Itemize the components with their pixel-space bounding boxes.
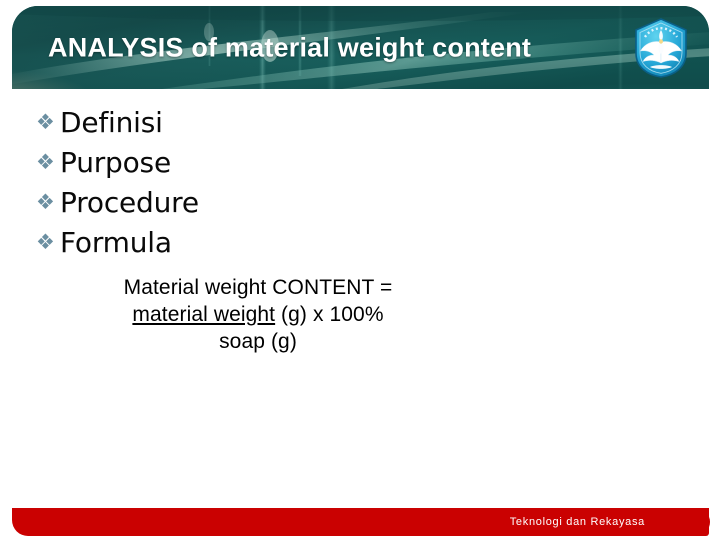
list-item[interactable]: ❖ Definisi [36, 103, 456, 143]
list-item-label: Definisi [60, 106, 163, 139]
slide-canvas: ANALYSIS of material weight content ❖ De… [0, 0, 720, 540]
page-title: ANALYSIS of material weight content [48, 32, 532, 62]
footer-label: Teknologi dan Rekayasa [509, 516, 645, 528]
footer-bar-right-cap [678, 508, 710, 536]
outline-list: ❖ Definisi ❖ Purpose ❖ Procedure ❖ Formu… [36, 103, 456, 263]
list-item[interactable]: ❖ Formula [36, 223, 456, 263]
diamond-cluster-bullet-icon: ❖ [36, 230, 55, 254]
diamond-cluster-bullet-icon: ❖ [36, 150, 55, 174]
list-item[interactable]: ❖ Purpose [36, 143, 456, 183]
formula-line-definition: Material weight CONTENT = [123, 276, 393, 299]
formula-line-denominator: soap (g) [219, 330, 297, 353]
formula-numerator-text: material weight [132, 303, 276, 326]
formula-numerator-suffix: (g) x 100% [275, 303, 384, 326]
tut-wuri-handayani-logo-icon [635, 17, 687, 78]
formula-block: Material weight CONTENT = material weigh… [48, 274, 468, 355]
list-item-label: Purpose [60, 146, 171, 179]
list-item[interactable]: ❖ Procedure [36, 183, 456, 223]
list-item-label: Procedure [60, 186, 199, 219]
list-item-label: Formula [60, 226, 172, 259]
header-banner: ANALYSIS of material weight content [12, 6, 709, 89]
diamond-cluster-bullet-icon: ❖ [36, 110, 55, 134]
formula-line-numerator: material weight (g) x 100% [48, 301, 468, 328]
diamond-cluster-bullet-icon: ❖ [36, 190, 55, 214]
footer-bar: Teknologi dan Rekayasa [12, 508, 710, 536]
